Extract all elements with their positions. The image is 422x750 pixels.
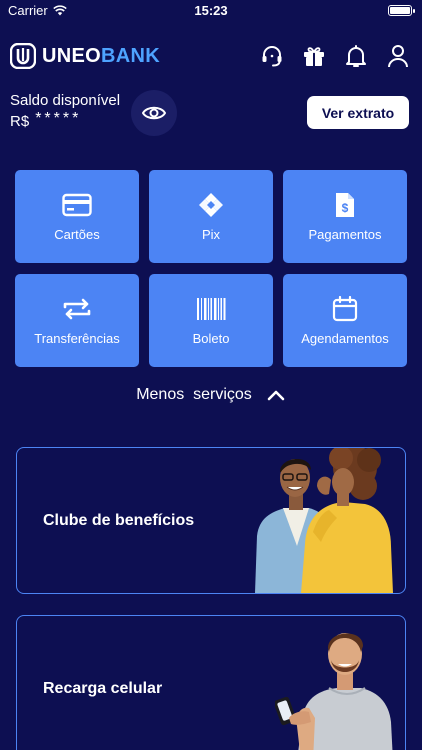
bell-icon[interactable] [344, 43, 368, 69]
currency-symbol: R$ [10, 112, 30, 130]
service-tile-pix[interactable]: Pix [149, 170, 273, 263]
gift-icon[interactable] [302, 43, 326, 69]
masked-balance: ***** [35, 110, 82, 127]
headset-icon[interactable] [260, 43, 284, 69]
service-label: Cartões [54, 227, 100, 242]
man-with-phone-illustration [275, 633, 393, 750]
chevron-up-icon [267, 390, 285, 401]
app-header: UNEOBANK [0, 40, 422, 74]
service-tile-cards[interactable]: Cartões [15, 170, 139, 263]
user-icon[interactable] [386, 43, 410, 69]
service-tile-boleto[interactable]: Boleto [149, 274, 273, 367]
promo-card-title: Clube de benefícios [43, 512, 195, 529]
less-services-label: Menos serviços [136, 386, 252, 403]
service-tile-schedules[interactable]: Agendamentos [283, 274, 407, 367]
service-label: Pagamentos [308, 227, 382, 242]
brand-logo: UNEOBANK [10, 43, 160, 69]
brand-name-part1: UNEO [42, 44, 101, 67]
less-services-toggle[interactable]: Menos serviços [0, 386, 422, 404]
status-bar: Carrier 15:23 [0, 0, 422, 22]
transfer-icon [62, 295, 92, 323]
balance-section: Saldo disponível R$ ***** [10, 92, 120, 130]
card-icon [62, 191, 92, 219]
logo-mark-icon [10, 43, 36, 69]
invoice-icon: $ [330, 191, 360, 219]
brand-name-part2: BANK [100, 44, 160, 67]
people-whispering-illustration [255, 448, 393, 593]
barcode-icon [196, 295, 226, 323]
view-statement-button[interactable]: Ver extrato [307, 96, 409, 129]
toggle-balance-visibility-button[interactable] [131, 90, 177, 136]
promo-card-benefits-club[interactable]: Clube de benefícios [16, 447, 406, 594]
service-label: Agendamentos [301, 331, 389, 346]
status-time: 15:23 [194, 3, 228, 18]
service-label: Boleto [192, 331, 230, 346]
service-label: Pix [201, 227, 221, 242]
promo-card-phone-recharge[interactable]: Recarga celular [16, 615, 406, 750]
balance-value: R$ ***** [10, 110, 120, 130]
balance-label: Saldo disponível [10, 92, 121, 109]
service-tile-payments[interactable]: $ Pagamentos [283, 170, 407, 263]
service-tile-transfers[interactable]: Transferências [15, 274, 139, 367]
battery-icon [388, 5, 415, 16]
eye-icon [142, 106, 166, 120]
svg-text:$: $ [342, 201, 349, 215]
calendar-icon [330, 295, 360, 323]
service-label: Transferências [34, 331, 120, 346]
promo-card-title: Recarga celular [43, 680, 163, 697]
pix-icon [196, 191, 226, 219]
